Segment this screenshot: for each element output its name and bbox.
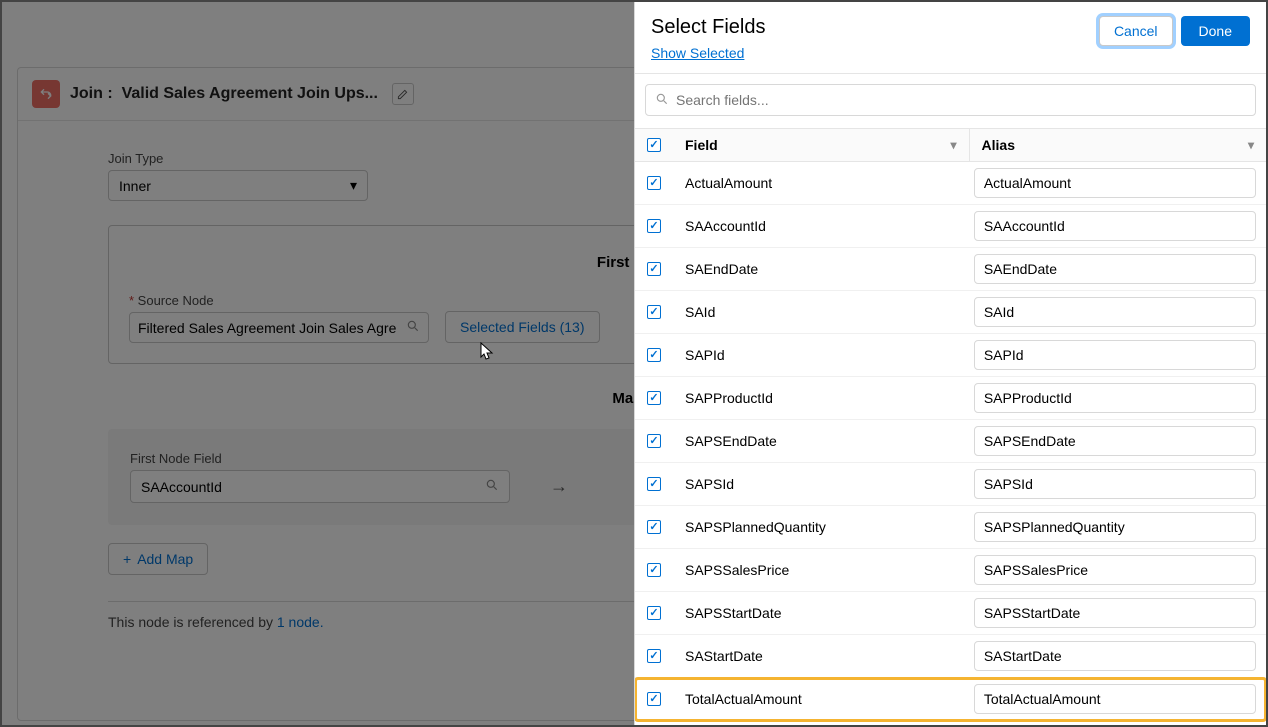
- drawer-header: Select Fields Show Selected Cancel Done: [635, 2, 1266, 74]
- alias-input[interactable]: [974, 598, 1256, 628]
- fields-list: ActualAmount SAAccountId SAEndDate SAId …: [635, 162, 1266, 725]
- drawer-actions: Cancel Done: [1099, 16, 1250, 46]
- alias-input[interactable]: [974, 641, 1256, 671]
- field-name: SAAccountId: [673, 218, 970, 234]
- row-checkbox[interactable]: [635, 606, 673, 620]
- search-input[interactable]: [645, 84, 1256, 116]
- alias-input[interactable]: [974, 340, 1256, 370]
- field-name: SAPProductId: [673, 390, 970, 406]
- row-checkbox[interactable]: [635, 176, 673, 190]
- field-row: TotalActualAmount: [635, 678, 1266, 721]
- field-row: SAPSId: [635, 463, 1266, 506]
- alias-input[interactable]: [974, 469, 1256, 499]
- row-checkbox[interactable]: [635, 391, 673, 405]
- field-row: SAPSEndDate: [635, 420, 1266, 463]
- alias-column-header[interactable]: Alias ▾: [970, 129, 1266, 161]
- field-row: SAId: [635, 291, 1266, 334]
- field-row: SAAccountId: [635, 205, 1266, 248]
- search-icon: [655, 92, 669, 109]
- field-name: SAPSSalesPrice: [673, 562, 970, 578]
- row-checkbox[interactable]: [635, 520, 673, 534]
- row-checkbox[interactable]: [635, 434, 673, 448]
- done-button[interactable]: Done: [1181, 16, 1250, 46]
- alias-input[interactable]: [974, 512, 1256, 542]
- field-name: TotalActualAmount: [673, 691, 970, 707]
- alias-input[interactable]: [974, 168, 1256, 198]
- field-row: ActualAmount: [635, 162, 1266, 205]
- drawer-title: Select Fields: [651, 16, 766, 39]
- chevron-down-icon: ▾: [1248, 138, 1254, 152]
- alias-input[interactable]: [974, 555, 1256, 585]
- search-wrap: [635, 74, 1266, 128]
- field-row: SAPSPlannedQuantity: [635, 506, 1266, 549]
- field-name: SAPSPlannedQuantity: [673, 519, 970, 535]
- alias-input[interactable]: [974, 684, 1256, 714]
- field-name: SAPId: [673, 347, 970, 363]
- alias-input[interactable]: [974, 297, 1256, 327]
- row-checkbox[interactable]: [635, 477, 673, 491]
- cancel-button[interactable]: Cancel: [1099, 16, 1173, 46]
- show-selected-link[interactable]: Show Selected: [651, 45, 744, 61]
- field-row: SAPSStartDate: [635, 592, 1266, 635]
- field-name: SAId: [673, 304, 970, 320]
- row-checkbox[interactable]: [635, 563, 673, 577]
- field-name: SAPSEndDate: [673, 433, 970, 449]
- select-all-checkbox[interactable]: [635, 129, 673, 161]
- field-name: SAEndDate: [673, 261, 970, 277]
- cursor-icon: [480, 342, 494, 365]
- alias-input[interactable]: [974, 211, 1256, 241]
- alias-input[interactable]: [974, 426, 1256, 456]
- row-checkbox[interactable]: [635, 348, 673, 362]
- row-checkbox[interactable]: [635, 219, 673, 233]
- chevron-down-icon: ▾: [951, 138, 957, 152]
- field-name: ActualAmount: [673, 175, 970, 191]
- alias-input[interactable]: [974, 383, 1256, 413]
- field-name: SAStartDate: [673, 648, 970, 664]
- row-checkbox[interactable]: [635, 262, 673, 276]
- field-name: SAPSStartDate: [673, 605, 970, 621]
- field-row: SAPProductId: [635, 377, 1266, 420]
- field-row: SAPSSalesPrice: [635, 549, 1266, 592]
- row-checkbox[interactable]: [635, 305, 673, 319]
- field-row: SAStartDate: [635, 635, 1266, 678]
- field-name: SAPSId: [673, 476, 970, 492]
- alias-input[interactable]: [974, 254, 1256, 284]
- field-column-header[interactable]: Field ▾: [673, 129, 970, 161]
- row-checkbox[interactable]: [635, 692, 673, 706]
- row-checkbox[interactable]: [635, 649, 673, 663]
- select-fields-drawer: Select Fields Show Selected Cancel Done …: [634, 2, 1266, 725]
- field-row: SAEndDate: [635, 248, 1266, 291]
- column-headers: Field ▾ Alias ▾: [635, 128, 1266, 162]
- field-row: SAPId: [635, 334, 1266, 377]
